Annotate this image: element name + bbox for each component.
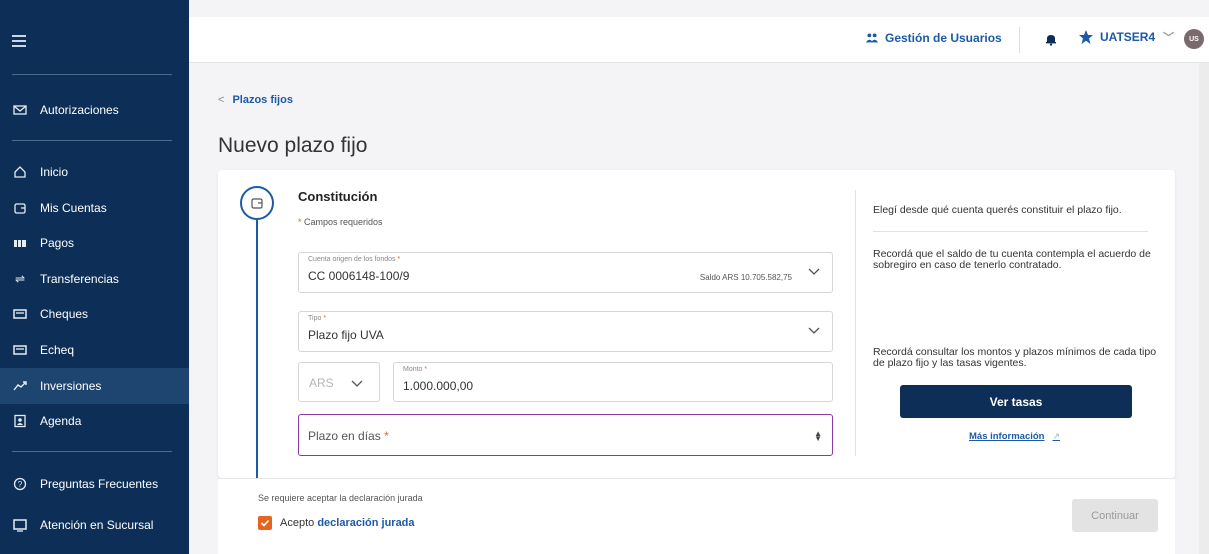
page-title: Nuevo plazo fijo bbox=[218, 134, 368, 157]
field-label: Monto * bbox=[403, 366, 428, 373]
vertical-divider bbox=[855, 190, 856, 456]
sidebar: Autorizaciones Inicio Mis Cuentas Pagos … bbox=[0, 0, 189, 554]
sidebar-divider bbox=[12, 140, 172, 141]
wallet-icon bbox=[251, 198, 263, 209]
section-title: Constitución bbox=[298, 189, 378, 204]
number-stepper-icon[interactable]: ▲ ▼ bbox=[814, 430, 822, 443]
cuenta-origen-select[interactable]: Cuenta origen de los fondos * CC 0006148… bbox=[298, 252, 833, 293]
sidebar-item-label: Autorizaciones bbox=[40, 103, 119, 117]
sidebar-item-label: Inicio bbox=[40, 165, 69, 179]
saldo-text: Saldo ARS 10.705.582,75 bbox=[699, 273, 792, 282]
footer-card bbox=[218, 478, 1175, 554]
required-note-text: Campos requeridos bbox=[304, 217, 383, 227]
plazo-dias-input[interactable]: Plazo en días * ▲ ▼ bbox=[298, 414, 833, 456]
sidebar-item-mis-cuentas[interactable]: Mis Cuentas bbox=[0, 190, 189, 226]
home-icon bbox=[12, 165, 28, 179]
chevron-down-icon bbox=[808, 268, 820, 275]
info-text-sobregiro: Recordá que el saldo de tu cuenta contem… bbox=[873, 248, 1151, 271]
info-text-montos: Recordá consultar los montos y plazos mí… bbox=[873, 346, 1157, 369]
tipo-value: Plazo fijo UVA bbox=[308, 328, 384, 342]
sidebar-item-atencion-sucursal[interactable]: Atención en Sucursal bbox=[0, 507, 189, 543]
mas-informacion-link[interactable]: Más información ↗ bbox=[969, 431, 1060, 442]
external-link-icon: ↗ bbox=[1052, 431, 1061, 441]
checkmark-icon bbox=[260, 519, 270, 527]
payments-icon bbox=[12, 236, 28, 250]
topbar-divider bbox=[1019, 27, 1020, 53]
user-name: UATSER4 bbox=[1100, 30, 1156, 44]
contacts-icon bbox=[12, 414, 28, 428]
sidebar-item-label: Inversiones bbox=[40, 379, 102, 393]
tipo-select[interactable]: Tipo * Plazo fijo UVA bbox=[298, 311, 833, 352]
users-icon bbox=[865, 33, 879, 43]
sidebar-item-cheques[interactable]: Cheques bbox=[0, 296, 189, 332]
chevron-down-icon bbox=[351, 380, 363, 387]
field-label: Tipo * bbox=[308, 315, 327, 322]
branch-screen-icon bbox=[12, 518, 28, 532]
step-indicator bbox=[240, 186, 274, 220]
sidebar-item-pagos[interactable]: Pagos bbox=[0, 225, 189, 261]
sidebar-divider bbox=[12, 451, 172, 452]
declaration-note: Se requiere aceptar la declaración jurad… bbox=[258, 493, 423, 503]
sidebar-item-inversiones[interactable]: Inversiones bbox=[0, 368, 189, 404]
sidebar-item-label: Transferencias bbox=[40, 272, 119, 286]
breadcrumb-label: Plazos fijos bbox=[232, 94, 293, 106]
avatar[interactable]: US bbox=[1184, 29, 1204, 49]
chevron-left-icon: < bbox=[218, 94, 225, 106]
sidebar-item-label: Mis Cuentas bbox=[40, 201, 107, 215]
declaration-checkbox[interactable] bbox=[258, 516, 272, 530]
transfer-arrows-icon: ⇌ bbox=[14, 272, 26, 286]
top-bar: Gestión de Usuarios UATSER4 ﹀ US bbox=[189, 17, 1209, 63]
sidebar-item-label: Echeq bbox=[40, 343, 75, 357]
required-note: * Campos requeridos bbox=[298, 217, 383, 227]
step-line bbox=[256, 220, 258, 478]
sidebar-item-agenda[interactable]: Agenda bbox=[0, 403, 189, 439]
field-label: Cuenta origen de los fondos * bbox=[308, 256, 401, 263]
sidebar-item-autorizaciones[interactable]: Autorizaciones bbox=[0, 92, 189, 128]
envelope-icon bbox=[12, 103, 28, 117]
gestion-usuarios-link[interactable]: Gestión de Usuarios bbox=[865, 31, 1002, 45]
plazo-placeholder: Plazo en días * bbox=[308, 429, 389, 443]
moneda-select[interactable]: ARS bbox=[298, 362, 380, 402]
sidebar-item-label: Pagos bbox=[40, 236, 75, 250]
info-text-cuenta: Elegí desde qué cuenta querés constituir… bbox=[873, 204, 1122, 216]
cuenta-value: CC 0006148-100/9 bbox=[308, 269, 410, 283]
cheque-icon bbox=[12, 307, 28, 321]
scrollbar[interactable] bbox=[1199, 63, 1209, 554]
declaracion-jurada-link[interactable]: declaración jurada bbox=[317, 517, 414, 529]
hamburger-menu-icon[interactable] bbox=[12, 35, 26, 47]
sidebar-item-echeq[interactable]: Echeq bbox=[0, 332, 189, 368]
sidebar-divider bbox=[12, 74, 172, 75]
chevron-down-icon bbox=[808, 327, 820, 334]
star-icon bbox=[1079, 30, 1093, 44]
sidebar-item-transferencias[interactable]: ⇌ Transferencias bbox=[0, 261, 189, 297]
sidebar-item-label: Preguntas Frecuentes bbox=[40, 477, 159, 491]
chevron-down-icon: ﹀ bbox=[1163, 32, 1175, 44]
svg-text:?: ? bbox=[18, 480, 23, 489]
sidebar-item-preguntas-frecuentes[interactable]: ? Preguntas Frecuentes bbox=[0, 466, 189, 502]
horizontal-divider bbox=[873, 231, 1148, 232]
sidebar-item-label: Atención en Sucursal bbox=[40, 518, 154, 532]
monto-input[interactable]: Monto * 1.000.000,00 bbox=[393, 362, 833, 402]
sidebar-item-inicio[interactable]: Inicio bbox=[0, 154, 189, 190]
monto-value: 1.000.000,00 bbox=[403, 379, 474, 393]
wallet-icon bbox=[12, 201, 28, 215]
continuar-button[interactable]: Continuar bbox=[1072, 499, 1158, 532]
chart-up-icon bbox=[12, 379, 28, 393]
ver-tasas-button[interactable]: Ver tasas bbox=[900, 385, 1132, 418]
bell-icon[interactable] bbox=[1044, 32, 1058, 46]
moneda-value: ARS bbox=[309, 376, 334, 390]
mas-informacion-label: Más información bbox=[969, 431, 1045, 442]
user-menu[interactable]: UATSER4 ﹀ bbox=[1078, 29, 1174, 45]
breadcrumb[interactable]: < Plazos fijos bbox=[218, 94, 293, 106]
declaration-label: Acepto declaración jurada bbox=[280, 517, 415, 529]
sidebar-item-label: Agenda bbox=[40, 414, 82, 428]
sidebar-item-label: Cheques bbox=[40, 307, 89, 321]
echeq-icon bbox=[12, 343, 28, 357]
gestion-usuarios-label: Gestión de Usuarios bbox=[885, 31, 1002, 45]
question-icon: ? bbox=[12, 477, 28, 491]
